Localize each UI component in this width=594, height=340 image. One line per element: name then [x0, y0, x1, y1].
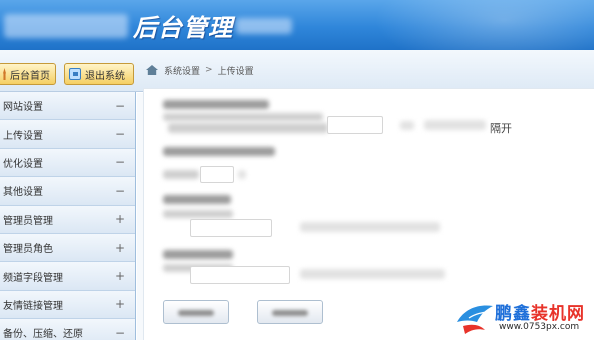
- blurred-text: [300, 222, 440, 232]
- text-input[interactable]: [190, 266, 290, 284]
- sidebar-item-label: 优化设置: [3, 158, 43, 170]
- top-toolbar: 后台首页 退出系统: [0, 50, 594, 92]
- blurred-button-label: [272, 310, 308, 316]
- watermark-brand: 鹏鑫装机网: [495, 299, 585, 324]
- expand-icon[interactable]: +: [115, 297, 125, 311]
- sidebar-item-label: 备份、压缩、还原: [3, 329, 83, 340]
- text-input[interactable]: [190, 219, 272, 237]
- home-icon: [3, 68, 6, 80]
- sidebar-item-optimization-settings[interactable]: 优化设置 −: [0, 148, 135, 178]
- text-input[interactable]: [200, 166, 234, 183]
- sidebar-item-admin-roles[interactable]: 管理员角色 +: [0, 233, 135, 263]
- expand-icon[interactable]: +: [115, 241, 125, 255]
- sidebar-item-label: 管理员管理: [3, 215, 53, 227]
- home-button[interactable]: 后台首页: [0, 63, 56, 85]
- sidebar-item-upload-settings[interactable]: 上传设置 −: [0, 120, 135, 149]
- watermark-brand-prefix: 鹏鑫: [495, 304, 531, 324]
- watermark-brand-suffix: 装机网: [531, 304, 585, 324]
- sidebar-item-label: 上传设置: [3, 130, 43, 142]
- sidebar-item-label: 其他设置: [3, 187, 43, 199]
- watermark-url: www.0753px.com: [499, 322, 580, 332]
- collapse-icon[interactable]: −: [115, 184, 125, 198]
- logout-button-label: 退出系统: [85, 70, 125, 82]
- blurred-text: [424, 120, 486, 130]
- blurred-text: [300, 269, 445, 279]
- watermark-bird-logo: [457, 305, 493, 334]
- blurred-site-name: [4, 14, 128, 38]
- sidebar: 网站设置 − 上传设置 − 优化设置 − 其他设置 − 管理员管理 + 管理员角…: [0, 92, 136, 340]
- sidebar-item-other-settings[interactable]: 其他设置 −: [0, 177, 135, 206]
- expand-icon[interactable]: +: [115, 269, 125, 283]
- save-button[interactable]: [163, 300, 229, 324]
- sidebar-item-label: 网站设置: [3, 102, 43, 114]
- blurred-field-label: [163, 250, 233, 259]
- header-title: 后台管理: [133, 14, 233, 42]
- blurred-field-label: [163, 195, 231, 204]
- blurred-field-value: [163, 170, 199, 179]
- logout-icon: [69, 68, 81, 80]
- sidebar-item-channel-fields[interactable]: 频道字段管理 +: [0, 262, 135, 291]
- breadcrumb-separator: >: [205, 65, 213, 75]
- sidebar-item-label: 友情链接管理: [3, 300, 63, 312]
- sidebar-item-friend-links[interactable]: 友情链接管理 +: [0, 290, 135, 320]
- breadcrumb-item-upload-settings: 上传设置: [217, 66, 254, 77]
- collapse-icon[interactable]: −: [115, 155, 125, 169]
- home-button-label: 后台首页: [10, 70, 50, 82]
- sidebar-item-admin-management[interactable]: 管理员管理 +: [0, 205, 135, 234]
- sidebar-item-backup-restore[interactable]: 备份、压缩、还原 −: [0, 319, 135, 340]
- expand-icon[interactable]: +: [115, 212, 125, 226]
- text-input[interactable]: [327, 116, 383, 134]
- collapse-icon[interactable]: −: [115, 127, 125, 141]
- watermark: 鹏鑫装机网 www.0753px.com: [455, 296, 594, 340]
- blurred-field-description: [163, 113, 323, 121]
- reset-button[interactable]: [257, 300, 323, 324]
- blurred-field-value: [168, 123, 328, 133]
- blurred-button-label: [178, 310, 214, 316]
- separator-hint-text: 隔开: [490, 122, 512, 135]
- blurred-text: [238, 170, 246, 179]
- collapse-icon[interactable]: −: [115, 326, 125, 340]
- sidebar-item-label: 频道字段管理: [3, 272, 63, 284]
- breadcrumb-item-system-settings[interactable]: 系统设置: [164, 64, 200, 77]
- blurred-field-description: [163, 210, 233, 218]
- logout-button[interactable]: 退出系统: [64, 63, 134, 85]
- header-glow: [374, 0, 594, 50]
- collapse-icon[interactable]: −: [115, 99, 125, 113]
- blurred-header-suffix: [236, 18, 292, 34]
- sidebar-item-label: 管理员角色: [3, 244, 53, 256]
- breadcrumb-home-icon[interactable]: [146, 65, 158, 75]
- breadcrumb: 系统设置 > 上传设置: [146, 60, 254, 80]
- blurred-field-label: [163, 100, 269, 109]
- blurred-field-label: [163, 147, 275, 156]
- blurred-text: [400, 121, 414, 130]
- app-header: 后台管理: [0, 0, 594, 50]
- sidebar-item-site-settings[interactable]: 网站设置 −: [0, 92, 135, 121]
